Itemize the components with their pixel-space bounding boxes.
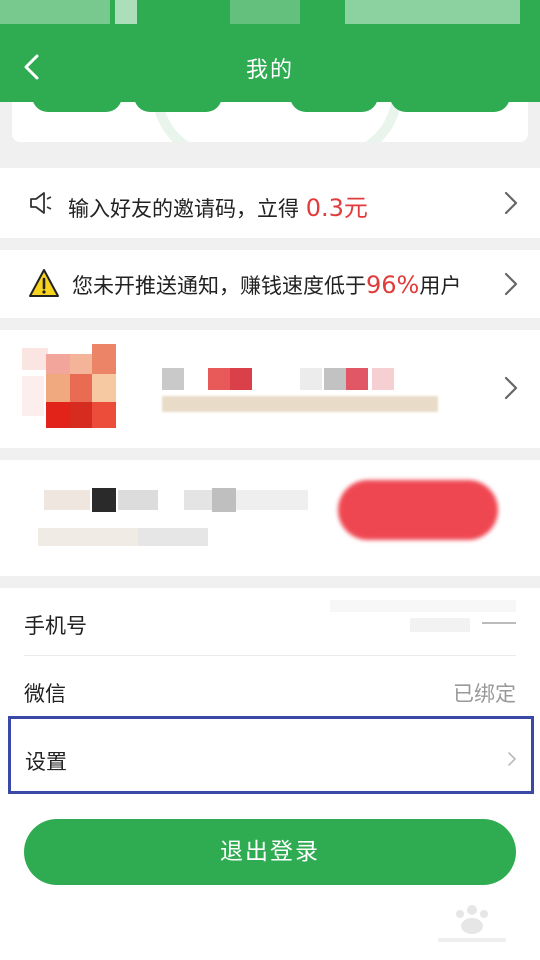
invite-code-row[interactable]: 输入好友的邀请码，立得 0.3元 xyxy=(0,168,540,238)
task-subtitle-redacted xyxy=(38,528,208,548)
page-title: 我的 xyxy=(245,58,294,83)
card-tab-pill[interactable] xyxy=(390,102,510,112)
settings-label: 设置 xyxy=(25,750,67,774)
nav-bar: 我的 xyxy=(0,28,540,102)
task-title-redacted xyxy=(44,488,330,512)
push-notification-row[interactable]: 您未开推送通知，赚钱速度低于96%用户 xyxy=(0,250,540,318)
task-banner-row[interactable] xyxy=(0,460,540,576)
promo-subtitle-redacted xyxy=(162,396,438,412)
warning-icon xyxy=(29,269,59,297)
phone-label: 手机号 xyxy=(24,614,87,638)
phone-value-redacted xyxy=(330,600,516,646)
invite-amount: 0.3元 xyxy=(305,194,368,222)
status-bar xyxy=(0,0,540,28)
top-card-area xyxy=(0,102,540,154)
status-bar-blur xyxy=(230,0,300,24)
card-tab-pill[interactable] xyxy=(134,102,222,112)
promo-banner-row[interactable] xyxy=(0,330,540,448)
card-tab-pill[interactable] xyxy=(290,102,378,112)
chevron-right-icon xyxy=(508,752,516,766)
status-bar-blur xyxy=(115,0,137,24)
status-bar-blur xyxy=(0,0,110,24)
watermark-logo xyxy=(438,905,506,942)
push-notification-text: 您未开推送通知，赚钱速度低于96%用户 xyxy=(72,270,461,300)
settings-row[interactable]: 设置 xyxy=(8,716,534,794)
chevron-right-icon xyxy=(504,191,518,215)
invite-prefix: 输入好友的邀请码，立得 xyxy=(68,197,306,221)
chevron-right-icon xyxy=(504,272,518,296)
promo-image xyxy=(22,342,120,434)
task-action-button-redacted[interactable] xyxy=(338,480,498,540)
promo-title-redacted xyxy=(162,368,438,390)
invite-text: 输入好友的邀请码，立得 0.3元 xyxy=(68,188,368,223)
notify-percent: 96% xyxy=(366,271,420,299)
notify-suffix: 用户 xyxy=(419,274,462,298)
notify-prefix: 您未开推送通知，赚钱速度低于 xyxy=(72,274,366,298)
wechat-status: 已绑定 xyxy=(453,682,516,706)
divider xyxy=(24,655,516,656)
speaker-icon xyxy=(30,192,52,214)
card-tab-pill[interactable] xyxy=(32,102,122,112)
stats-card xyxy=(12,102,528,142)
logout-button[interactable]: 退出登录 xyxy=(24,819,516,885)
wechat-label: 微信 xyxy=(24,682,66,706)
chevron-right-icon xyxy=(504,376,518,400)
status-bar-blur xyxy=(345,0,520,24)
